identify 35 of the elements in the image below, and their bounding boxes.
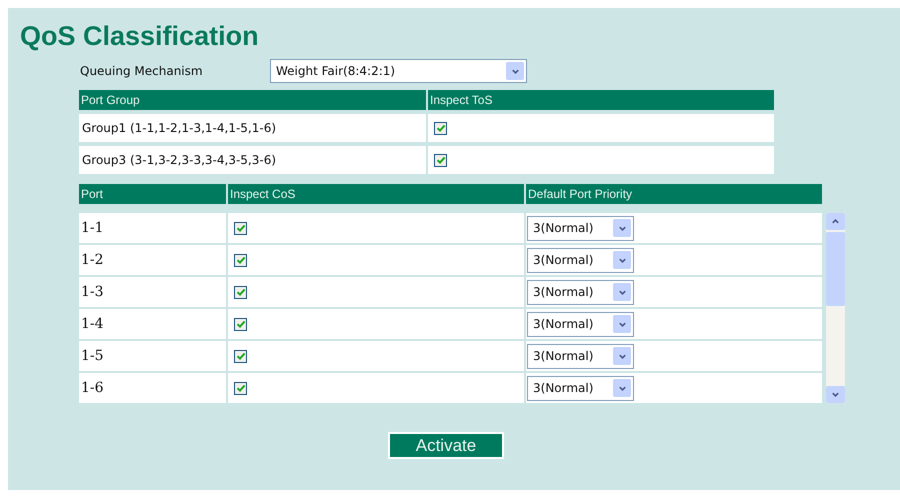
field-label: Queuing Mechanism <box>80 64 204 78</box>
checkbox[interactable] <box>434 122 447 134</box>
column-header: Inspect CoS <box>228 184 524 204</box>
priority-dropdown[interactable]: 3(Normal) <box>527 344 634 368</box>
table-cell: Group1 (1-1,1-2,1-3,1-4,1-5,1-6) <box>79 114 426 142</box>
priority-dropdown[interactable]: 3(Normal) <box>527 248 634 272</box>
table-cell: 1-1 <box>79 213 226 243</box>
priority-dropdown[interactable]: 3(Normal) <box>527 312 634 336</box>
checkbox[interactable] <box>234 350 247 362</box>
checkbox[interactable] <box>434 154 447 166</box>
priority-dropdown[interactable]: 3(Normal) <box>527 376 634 400</box>
table-cell: Group3 (3-1,3-2,3-3,3-4,3-5,3-6) <box>79 146 426 174</box>
checkbox[interactable] <box>234 254 247 266</box>
scrollbar[interactable] <box>826 213 845 403</box>
column-header: Port <box>79 184 226 204</box>
column-header: Default Port Priority <box>526 184 822 204</box>
checkbox[interactable] <box>234 318 247 330</box>
column-header: Inspect ToS <box>428 90 774 110</box>
scroll-down-icon[interactable] <box>826 386 845 403</box>
scroll-thumb[interactable] <box>826 232 845 306</box>
table-cell: 1-6 <box>79 373 226 403</box>
queuing-dropdown[interactable]: Weight Fair(8:4:2:1) <box>270 59 527 83</box>
table-cell: 1-5 <box>79 341 226 371</box>
checkbox[interactable] <box>234 286 247 298</box>
scroll-up-icon[interactable] <box>826 213 845 230</box>
activate-button[interactable]: Activate <box>388 432 504 459</box>
checkbox[interactable] <box>234 222 247 234</box>
table-cell: 1-4 <box>79 309 226 339</box>
priority-dropdown[interactable]: 3(Normal) <box>527 216 634 240</box>
page-title: QoS Classification <box>20 20 260 52</box>
checkbox[interactable] <box>234 382 247 394</box>
column-header: Port Group <box>79 90 426 110</box>
table-cell: 1-3 <box>79 277 226 307</box>
priority-dropdown[interactable]: 3(Normal) <box>527 280 634 304</box>
table-cell: 1-2 <box>79 245 226 275</box>
